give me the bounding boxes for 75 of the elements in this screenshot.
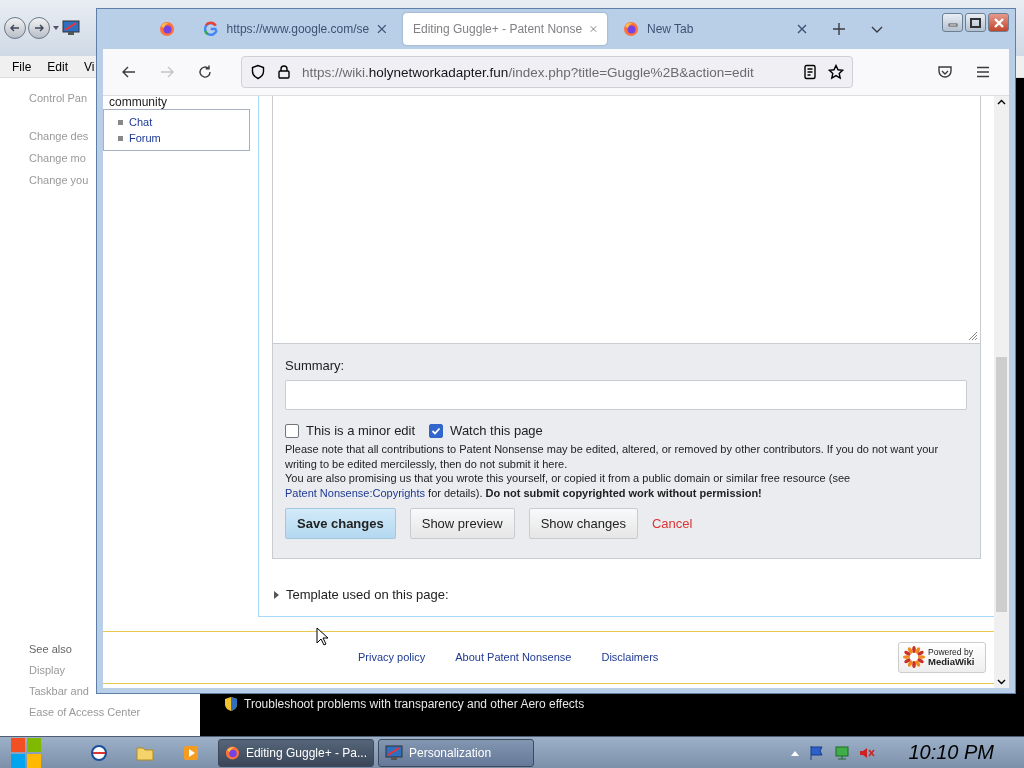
secondary-button[interactable]: Show preview [409,508,515,539]
forward-arrow-icon [159,64,175,80]
cancel-link[interactable]: Cancel [651,516,693,531]
menu-item[interactable]: Edit [47,59,69,74]
save-button[interactable]: Save changes [285,508,396,539]
clock[interactable]: 10:10 PM [908,741,994,764]
close-icon[interactable] [590,24,597,34]
menu-item[interactable]: File [12,59,32,74]
firefox-icon [159,21,175,37]
close-button[interactable] [988,13,1009,32]
see-also-heading: See also [29,643,72,655]
forward-arrow-icon [33,22,45,34]
monitor-icon [385,744,403,761]
license-notice: Please note that all contributions to Patent Nonsense may be edited, altered, or removed by other contributors. If you do not want your writing to be edited mercilessly, then do not submit it here. [285,442,940,471]
taskbar-button[interactable]: Personalization [378,738,534,767]
close-icon[interactable] [377,24,387,34]
scrollbar[interactable] [994,96,1009,688]
dropdown-caret-icon[interactable] [52,24,60,32]
close-icon[interactable] [797,24,807,34]
google-icon [203,21,219,37]
reload-icon [197,64,213,80]
copyrights-link[interactable]: Patent Nonsense:Copyrights [285,486,426,499]
resize-grip-icon [968,331,978,341]
scroll-down-icon [997,677,1006,686]
reader-view-icon[interactable] [802,64,818,80]
address-bar[interactable]: https://wiki.holynetworkadapter.fun/index.php?title=Guggle%2B&action=edit [241,56,853,88]
checkbox[interactable]: Watch this page [429,423,543,438]
template-toggle[interactable]: Template used on this page: [272,587,981,602]
sidebar-link[interactable]: Forum [118,132,249,144]
taskbar-button[interactable]: Editing Guggle+ - Pa... [218,738,374,767]
shield-icon [224,696,238,712]
folder-icon [136,744,154,761]
footer-link[interactable]: Disclaimers [601,651,659,664]
network-icon[interactable] [834,744,851,761]
footer-link[interactable]: Privacy policy [358,651,426,664]
back-arrow-icon [9,22,21,34]
forward-button[interactable] [28,17,50,39]
play-icon [183,744,199,761]
shield-icon [250,64,266,80]
browser-tab[interactable]: https://www.google.com/se [193,13,397,45]
pocket-icon [937,64,953,80]
checkbox[interactable]: This is a minor edit [285,423,416,438]
browser-tab[interactable]: Editing Guggle+ - Patent Nonse [403,13,607,45]
firefox-icon [623,21,639,37]
footer-link[interactable]: About Patent Nonsense [455,651,572,664]
star-icon[interactable] [828,64,844,80]
back-button[interactable] [4,17,26,39]
lock-icon [276,64,292,80]
menu-icon [975,64,991,80]
globe-icon [90,743,108,762]
troubleshoot-link[interactable]: Troubleshoot problems with transparency and other Aero effects [244,697,585,711]
scroll-up-icon [997,98,1006,107]
powered-by-badge[interactable]: Powered by MediaWiki [898,641,986,673]
flag-icon[interactable] [809,744,826,761]
checkbox-box[interactable] [429,423,444,438]
flower-logo-icon [903,646,925,669]
summary-label: Summary: [285,358,346,373]
mouse-cursor-icon [316,627,328,646]
sidebar-link[interactable]: Chat [118,116,249,128]
close-icon [993,17,1004,28]
plus-icon [832,22,846,36]
copyright-notice: You are also promising us that you wrote this yourself, or copied it from a public domain or similar free resource (see Patent Nonsense:Copyrights for details). Do not submit copyrighted work without permission! [285,471,852,500]
browser-tab[interactable]: New Tab [613,13,817,45]
firefox-icon [225,744,240,761]
back-arrow-icon [121,64,137,80]
maximize-button[interactable] [965,13,986,32]
secondary-button[interactable]: Show changes [528,508,638,539]
checkbox-box[interactable] [285,423,299,438]
portlet-heading: community [108,96,168,109]
summary-field[interactable] [285,380,967,410]
monitor-icon [62,20,80,36]
expand-triangle-icon [272,590,280,599]
scroll-thumb[interactable] [996,357,1007,612]
maximize-icon [970,17,981,28]
menu-item[interactable]: Vi [84,59,95,74]
